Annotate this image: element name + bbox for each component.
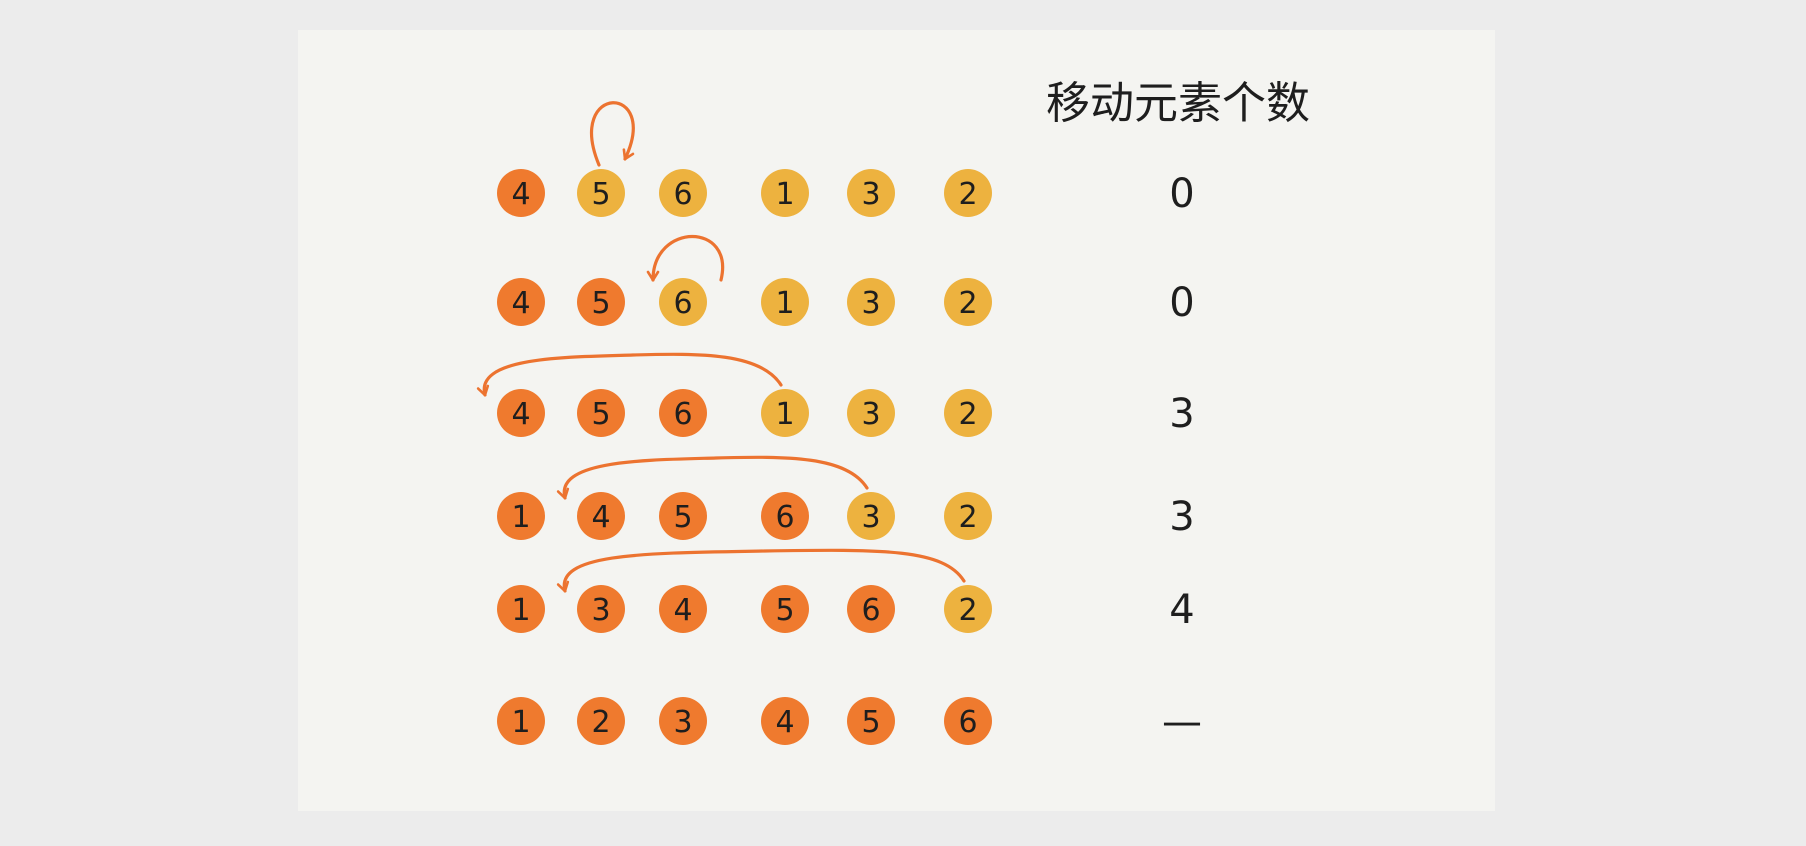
insert-arrow: [556, 455, 869, 500]
element-value: 4: [511, 177, 530, 212]
element-value: 4: [591, 500, 610, 535]
element-value: 2: [958, 500, 977, 535]
element-value: 6: [673, 286, 692, 321]
element-value: 1: [511, 705, 530, 740]
element-value: 1: [511, 500, 530, 535]
element-value: 3: [861, 177, 880, 212]
step-row: 4 5 6 1 3 2 0: [497, 278, 1195, 326]
element-value: 4: [775, 705, 794, 740]
element-value: 3: [591, 593, 610, 628]
element-value: 5: [775, 593, 794, 628]
element-value: 3: [673, 705, 692, 740]
insert-arrow: [590, 101, 635, 167]
element-value: 3: [861, 500, 880, 535]
move-count-value: 0: [1169, 171, 1194, 217]
step-row: 4 5 6 1 3 2 0: [497, 169, 1195, 217]
element-value: 6: [673, 397, 692, 432]
element-value: 4: [673, 593, 692, 628]
element-value: 6: [673, 177, 692, 212]
element-value: 3: [861, 286, 880, 321]
element-value: 2: [958, 286, 977, 321]
element-value: 2: [591, 705, 610, 740]
element-value: 1: [775, 286, 794, 321]
move-count-value: —: [1162, 699, 1202, 745]
element-value: 2: [958, 397, 977, 432]
diagram-stage: 移动元素个数 4 5 6 1 3 2 0 4 5 6 1 3 2 0 4 5 6 1 3 2 3 1 4 5 6 3 2 3 1 3 4 5 6…: [0, 0, 1806, 846]
element-value: 6: [958, 705, 977, 740]
step-row: 1 2 3 4 5 6 —: [497, 697, 1202, 745]
move-count-value: 3: [1169, 494, 1194, 540]
element-value: 6: [775, 500, 794, 535]
insert-arrow: [476, 352, 783, 397]
element-value: 1: [511, 593, 530, 628]
move-count-value: 3: [1169, 391, 1194, 437]
element-value: 6: [861, 593, 880, 628]
element-value: 5: [591, 397, 610, 432]
step-rows: 4 5 6 1 3 2 0 4 5 6 1 3 2 0 4 5 6 1 3 2 3 1 4 5 6 3 2 3 1 3 4 5 6 2 4 1 2 3 4 5…: [497, 169, 1202, 745]
element-value: 2: [958, 177, 977, 212]
step-row: 4 5 6 1 3 2 3: [497, 389, 1195, 437]
element-value: 5: [591, 286, 610, 321]
element-value: 2: [958, 593, 977, 628]
step-row: 1 4 5 6 3 2 3: [497, 492, 1195, 540]
element-value: 4: [511, 397, 530, 432]
element-value: 5: [673, 500, 692, 535]
move-count-value: 4: [1169, 587, 1194, 633]
insertion-sort-diagram: 移动元素个数 4 5 6 1 3 2 0 4 5 6 1 3 2 0 4 5 6 1 3 2 3 1 4 5 6 3 2 3 1 3 4 5 6…: [476, 78, 1310, 745]
element-value: 3: [861, 397, 880, 432]
move-count-header: 移动元素个数: [1046, 78, 1310, 129]
element-value: 5: [861, 705, 880, 740]
element-value: 4: [511, 286, 530, 321]
insert-arrow: [556, 548, 966, 593]
move-count-value: 0: [1169, 280, 1194, 326]
element-value: 1: [775, 397, 794, 432]
insert-arrow: [646, 235, 725, 282]
step-row: 1 3 4 5 6 2 4: [497, 585, 1195, 633]
element-value: 1: [775, 177, 794, 212]
element-value: 5: [591, 177, 610, 212]
